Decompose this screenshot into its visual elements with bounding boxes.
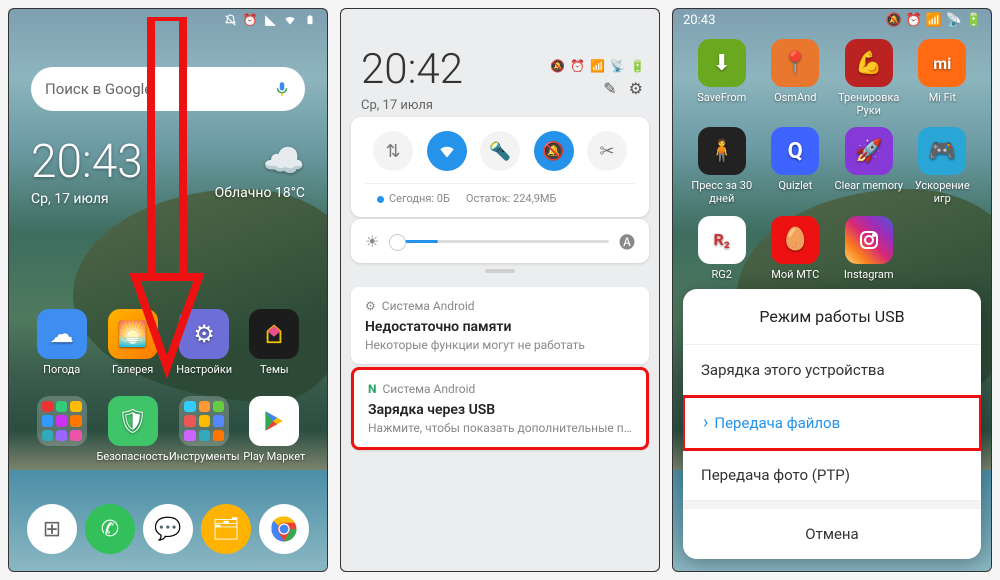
app-quizlet[interactable]: QQuizlet: [759, 127, 833, 205]
app-play-store[interactable]: Play Маркет: [240, 396, 309, 475]
auto-brightness-icon[interactable]: 🅐: [619, 229, 635, 253]
settings-icon[interactable]: ⚙: [629, 79, 643, 98]
alarm-icon: ⏰: [570, 59, 585, 73]
app-savefrom[interactable]: ⬇SaveFrom: [685, 39, 759, 117]
app-clear-memory[interactable]: 🚀Clear memory: [832, 127, 906, 205]
toggle-dnd[interactable]: 🔕: [534, 131, 574, 171]
app-my-mts[interactable]: 🥚Мой МТС: [759, 216, 833, 293]
alarm-icon: ⏰: [907, 13, 921, 27]
battery-icon: [303, 13, 317, 27]
app-game-boost[interactable]: 🎮Ускорение игр: [906, 127, 980, 205]
phone-usb-dialog: 20:43 🔕 ⏰ 📶 📡 🔋 ⬇SaveFrom 📍OsmAnd 💪Трени…: [672, 8, 992, 572]
battery-icon: 🔋: [630, 59, 645, 73]
notification-low-memory[interactable]: ⚙Система Android Недостаточно памяти Нек…: [351, 287, 649, 364]
mic-icon[interactable]: [273, 80, 291, 98]
opt-file-transfer[interactable]: Передача файлов: [683, 395, 981, 451]
weather-cond: Облачно: [215, 185, 272, 201]
weather-temp: 18°C: [275, 185, 305, 201]
qs-header: 20:42 Ср, 17 июля: [361, 45, 639, 113]
dock-files[interactable]: 🗂: [201, 504, 251, 554]
status-time: 20:43: [683, 13, 715, 28]
clock-widget[interactable]: 20:43 Ср, 17 июля: [31, 139, 143, 207]
app-rg2[interactable]: R₂RG2: [685, 216, 759, 293]
sheet-title: Режим работы USB: [683, 289, 981, 345]
status-bar: 20:43 🔕 ⏰ 📶 📡 🔋: [673, 9, 991, 31]
notif-title: Зарядка через USB: [368, 402, 632, 418]
dock-dialer[interactable]: ⊞: [27, 504, 77, 554]
alarm-icon: ⏰: [243, 13, 257, 27]
qs-toggles-card: ⇅ 🔦 🔕 ✂ Сегодня: 0Б Остаток: 224,9МБ: [351, 117, 649, 217]
dock: ⊞ ✆ 💬 🗂: [9, 497, 327, 561]
qs-date: Ср, 17 июля: [361, 98, 639, 113]
edit-icon[interactable]: ✎: [603, 79, 616, 98]
phone-home-screen: ⏰ Поиск в Google 20:43 Ср, 17 июля ☁️ Об…: [8, 8, 328, 572]
app-osmand[interactable]: 📍OsmAnd: [759, 39, 833, 117]
app-empty: [906, 216, 980, 293]
dock-chrome[interactable]: [259, 504, 309, 554]
signal-icon: [263, 13, 277, 27]
usb-mode-sheet: Режим работы USB Зарядка этого устройств…: [683, 289, 981, 559]
drag-handle[interactable]: [485, 269, 515, 273]
weather-icon: ☁️: [215, 141, 305, 181]
toggle-data[interactable]: ⇅: [373, 131, 413, 171]
app-instagram[interactable]: Instagram: [832, 216, 906, 293]
silent-icon: 🔕: [550, 59, 565, 73]
qs-data-usage: Сегодня: 0Б Остаток: 224,9МБ: [365, 183, 635, 207]
silent-icon: 🔕: [887, 13, 901, 27]
qs-status-icons: 🔕 ⏰ 📶 📡 🔋: [550, 59, 645, 73]
toggle-wifi[interactable]: [427, 131, 467, 171]
notif-subtitle: Некоторые функции могут не работать: [365, 338, 635, 352]
app-folder-1[interactable]: [27, 396, 96, 475]
qs-tools: ✎ ⚙: [603, 79, 643, 98]
clock-time: 20:43: [31, 139, 143, 185]
wifi-icon: 📡: [947, 13, 961, 27]
dock-messages[interactable]: 💬: [143, 504, 193, 554]
app-weather[interactable]: ☁Погода: [27, 309, 96, 388]
app-mifit[interactable]: miMi Fit: [906, 39, 980, 117]
battery-icon: 🔋: [967, 13, 981, 27]
annotation-arrow-down: [127, 17, 207, 417]
app-abs-30[interactable]: 🧍Пресс за 30 дней: [685, 127, 759, 205]
gear-icon: ⚙: [365, 299, 376, 313]
weather-widget[interactable]: ☁️ Облачно 18°C: [215, 141, 305, 201]
notif-subtitle: Нажмите, чтобы показать дополнительные п…: [368, 421, 632, 435]
brightness-icon: ☀: [365, 232, 379, 251]
opt-charge-only[interactable]: Зарядка этого устройства: [683, 345, 981, 396]
opt-ptp[interactable]: Передача фото (PTP): [683, 450, 981, 501]
signal-icon: 📶: [927, 13, 941, 27]
app-arm-workout[interactable]: 💪Тренировка Руки: [832, 39, 906, 117]
silent-icon: [223, 13, 237, 27]
notif-title: Недостаточно памяти: [365, 319, 635, 335]
sheet-divider: [683, 501, 981, 509]
brightness-slider[interactable]: ☀ 🅐: [351, 219, 649, 263]
android-icon: N: [368, 382, 376, 396]
clock-date: Ср, 17 июля: [31, 191, 143, 207]
wifi-icon: 📡: [610, 59, 625, 73]
sheet-cancel[interactable]: Отмена: [683, 509, 981, 559]
dock-phone[interactable]: ✆: [85, 504, 135, 554]
toggle-flashlight[interactable]: 🔦: [480, 131, 520, 171]
app-themes[interactable]: Темы: [240, 309, 309, 388]
toggle-screenshot[interactable]: ✂: [587, 131, 627, 171]
signal-icon: 📶: [590, 59, 605, 73]
notification-usb-charging[interactable]: NСистема Android Зарядка через USB Нажми…: [351, 367, 649, 450]
wifi-icon: [283, 13, 297, 27]
app-grid: ⬇SaveFrom 📍OsmAnd 💪Тренировка Руки miMi …: [673, 39, 991, 293]
phone-quick-settings: 20:42 Ср, 17 июля 🔕 ⏰ 📶 📡 🔋 ✎ ⚙ ⇅ 🔦 🔕 ✂ …: [340, 8, 660, 572]
